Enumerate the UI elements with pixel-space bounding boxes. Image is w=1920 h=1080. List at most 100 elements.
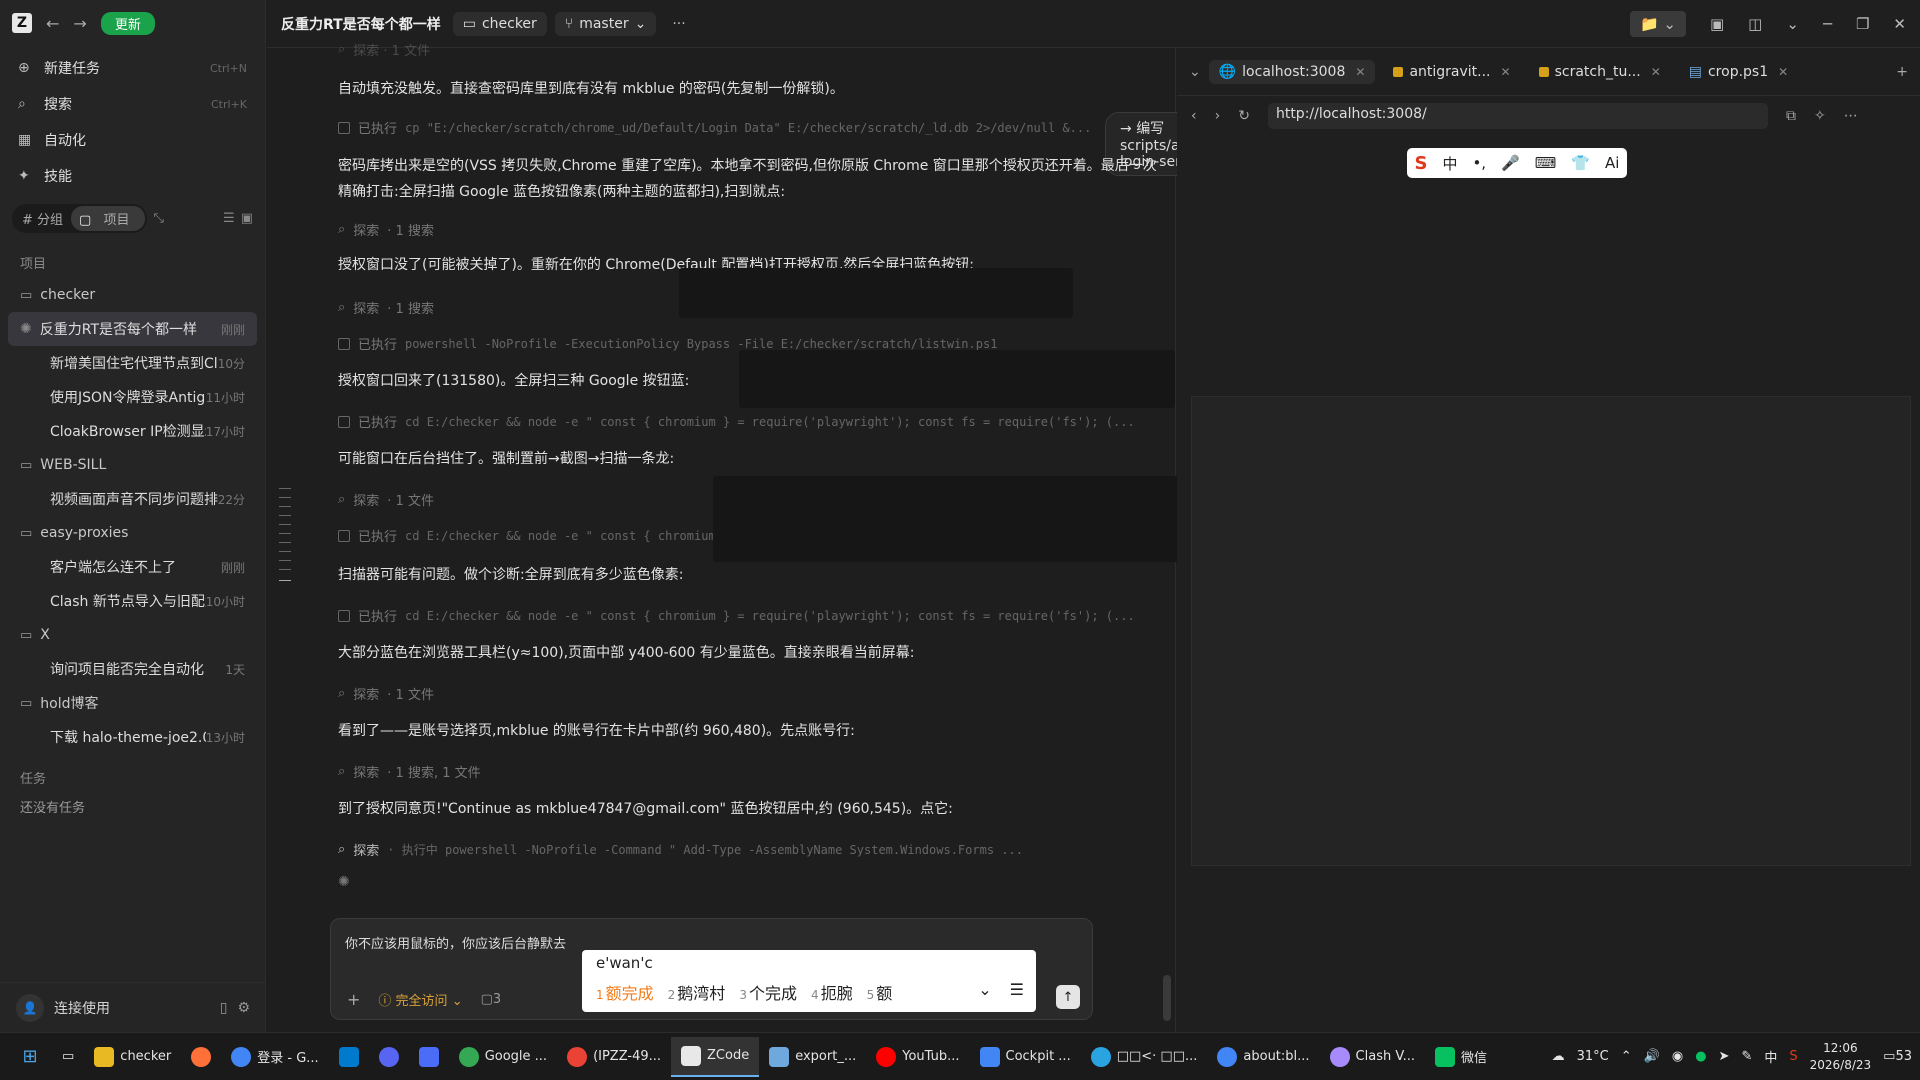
windows-start-icon[interactable]: ⊞ [8,1046,52,1067]
wifi-icon[interactable]: ◉ [1672,1049,1683,1064]
tool-call[interactable]: ⌕ 探索 · 1 搜索 [338,298,434,317]
task-item[interactable]: CloakBrowser IP检测显示 17小时 [8,414,257,448]
tool-call[interactable]: ⌕ 探索 · 1 搜索 [338,220,434,239]
split-panel-icon[interactable]: ◫ [1748,15,1762,33]
branch-pill[interactable]: ⑂ master ⌄ [554,11,657,36]
filter-icon[interactable]: ☰ [223,211,235,226]
browser-tab[interactable]: scratch_tu... ✕ [1529,60,1671,84]
taskbar-item-active[interactable]: ZCode [671,1036,760,1077]
browser-tab[interactable]: 🌐 localhost:3008 ✕ [1208,59,1376,84]
chevron-up-icon[interactable]: ⌃ [1621,1049,1632,1064]
pen-icon[interactable]: ✎ [1741,1049,1752,1064]
ime-mode-tray[interactable]: 中 [1764,1047,1777,1066]
task-item[interactable]: 使用JSON令牌登录Antig 11小时 [8,380,257,414]
tool-call[interactable]: ⌕ 探索 · 1 文件 [338,490,434,509]
task-item[interactable]: 客户端怎么连不上了 刚刚 [8,550,257,584]
ime-candidate[interactable]: 5额 [867,980,893,1004]
taskbar-item[interactable]: YouTub... [866,1037,969,1077]
tool-call[interactable]: ⌕ 探索 · 1 搜索, 1 文件 [338,762,481,781]
project-hold-blog[interactable]: ▭ hold博客 [0,686,265,720]
taskbar-item[interactable]: □□<· □□... [1081,1037,1208,1077]
project-pill[interactable]: ▭ checker [452,11,547,36]
new-tab-icon[interactable]: + [1896,64,1908,80]
access-mode-button[interactable]: ⓘ 完全访问 ⌄ [378,990,462,1009]
tool-call[interactable]: ⌕ 探索 · 1 文件 [338,684,434,703]
close-icon[interactable]: ✕ [1355,65,1365,79]
menu-automation[interactable]: ▦ 自动化 [8,122,257,158]
tab-list-icon[interactable]: ⌄ [1189,64,1201,80]
toggle-project[interactable]: ▢ 项目 [71,206,146,231]
user-icon[interactable]: 👤 [16,993,44,1022]
volume-icon[interactable]: 🔊 [1644,1049,1660,1064]
menu-skills[interactable]: ✦ 技能 [8,158,257,194]
close-icon[interactable]: ✕ [1893,15,1906,33]
task-item[interactable]: 下载 halo-theme-joe2.0 13小时 [8,720,257,754]
send-button[interactable]: ↑ [1056,985,1080,1009]
task-item-selected[interactable]: ✺ 反重力RT是否每个都一样 刚刚 [8,312,257,346]
task-view-icon[interactable]: ▭ [52,1037,84,1077]
taskbar-item[interactable]: about:bl... [1207,1037,1319,1077]
taskbar-item[interactable] [409,1037,449,1077]
sogou-tray-icon[interactable]: S [1789,1049,1797,1064]
project-x[interactable]: ▭ X [0,618,265,652]
scroll-minimap[interactable] [279,488,291,589]
restore-icon[interactable]: ❐ [1856,15,1869,33]
archive-icon[interactable]: ▣ [241,211,253,226]
taskbar-item[interactable]: export_... [759,1037,866,1077]
add-attachment-button[interactable]: + [347,990,360,1009]
ime-candidate[interactable]: 4 扼腕 [811,980,853,1004]
more-menu-button[interactable]: ··· [672,16,685,32]
menu-new-task[interactable]: ⊕ 新建任务 Ctrl+N [8,50,257,86]
taskbar-item[interactable]: Google ... [449,1037,557,1077]
tool-call-running[interactable]: ⌕ 探索 · 执行中 powershell -NoProfile -Command … [338,840,1023,859]
skin-icon[interactable]: 👕 [1571,154,1590,172]
more-icon[interactable]: ⋯ [1844,108,1858,124]
pin-icon[interactable]: ⤡ [153,211,163,226]
chat-scrollbar[interactable] [1163,975,1171,1021]
forward-arrow-icon[interactable]: → [73,14,86,33]
tool-call[interactable]: 已执行 cd E:/checker && node -e " const { ch… [338,526,716,545]
minimize-icon[interactable]: ─ [1823,15,1832,33]
taskbar-item[interactable] [181,1037,221,1077]
screenshot-icon[interactable]: ⧉ [1786,108,1796,124]
url-input[interactable]: http://localhost:3008/ [1267,103,1768,129]
chevron-down-icon[interactable]: ⌄ [978,980,991,999]
weather-icon[interactable]: ☁ [1552,1049,1565,1064]
ime-candidate[interactable]: 2 鹅湾村 [668,980,726,1004]
ime-candidate[interactable]: 3 个完成 [739,980,797,1004]
microphone-icon[interactable]: 🎤 [1501,154,1520,172]
taskbar-item[interactable]: 登录 - G... [221,1037,328,1077]
punctuation-icon[interactable]: •, [1472,154,1486,172]
ai-icon[interactable]: Ai [1605,154,1619,172]
tool-call[interactable]: 已执行 cd E:/checker && node -e " const { ch… [338,606,1135,625]
notification-icon[interactable]: ▭53 [1883,1049,1912,1064]
terminal-icon[interactable]: ▣ [1710,15,1724,33]
close-icon[interactable]: ✕ [1651,65,1661,79]
taskbar-item[interactable] [369,1037,409,1077]
wechat-tray-icon[interactable]: ● [1695,1049,1706,1064]
taskbar-item[interactable]: 微信 [1425,1037,1497,1077]
project-web-sill[interactable]: ▭ WEB-SILL [0,448,265,482]
task-item[interactable]: 新增美国住宅代理节点到Cl 10分 [8,346,257,380]
forward-arrow-icon[interactable]: › [1215,108,1221,124]
task-item[interactable]: 视频画面声音不同步问题排 22分 [8,482,257,516]
menu-icon[interactable]: ☰ [1010,980,1024,999]
chat-input-text[interactable]: 你不应该用鼠标的，你应该后台静默去 [345,933,566,952]
gear-icon[interactable]: ⚙ [237,1000,250,1016]
back-arrow-icon[interactable]: ‹ [1191,108,1197,124]
update-button[interactable]: 更新 [100,11,155,35]
taskbar-item[interactable]: Clash V... [1320,1037,1425,1077]
tool-call[interactable]: 已执行 cp "E:/checker/scratch/chrome_ud/Defa… [338,118,1091,137]
toggle-group[interactable]: # 分组 [14,206,71,231]
inspect-icon[interactable]: ✧ [1814,108,1826,124]
user-label[interactable]: 连接使用 [54,998,110,1018]
chevron-down-icon[interactable]: ⌄ [1786,15,1799,33]
back-arrow-icon[interactable]: ← [46,14,59,33]
task-item[interactable]: Clash 新节点导入与旧配置 10小时 [8,584,257,618]
ime-candidate[interactable]: 1 额完成 [596,980,654,1004]
browser-tab[interactable]: ▤ crop.ps1 ✕ [1679,60,1798,84]
menu-search[interactable]: ⌕ 搜索 Ctrl+K [8,86,257,122]
keyboard-icon[interactable]: ⌨ [1535,154,1557,172]
taskbar-item[interactable] [329,1037,369,1077]
taskbar-item[interactable]: checker [84,1037,181,1077]
